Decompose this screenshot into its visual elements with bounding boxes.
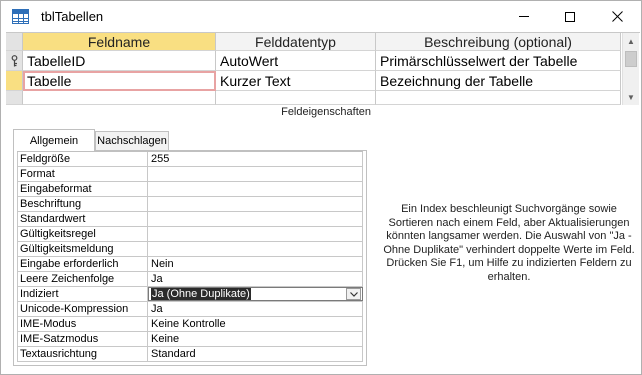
properties-sheet: Feldgröße 255 Format Eingabeformat Beschrift… (17, 151, 363, 362)
property-value[interactable] (148, 242, 363, 256)
tab-general[interactable]: Allgemein (13, 129, 95, 151)
property-value-text: Ja (Ohne Duplikate) (151, 288, 251, 300)
properties-panel: Feldgröße 255 Format Eingabeformat Beschrift… (13, 150, 367, 366)
row-selector[interactable] (6, 51, 23, 71)
property-name[interactable]: Indiziert (17, 287, 148, 301)
property-row: Textausrichtung Standard (17, 347, 363, 362)
property-name[interactable]: Gültigkeitsregel (17, 227, 148, 241)
property-name[interactable]: Beschriftung (17, 197, 148, 211)
field-name-cell[interactable] (23, 91, 216, 105)
table-design-window: tblTabellen Feldname Felddatentyp Beschr… (0, 0, 642, 375)
property-row: Eingabeformat (17, 182, 363, 197)
property-row: Standardwert (17, 212, 363, 227)
property-row: Beschriftung (17, 197, 363, 212)
property-row: Feldgröße 255 (17, 152, 363, 167)
grid-vertical-scrollbar[interactable]: ▲ ▼ (622, 33, 639, 105)
property-name[interactable]: Textausrichtung (17, 347, 148, 361)
column-header-description[interactable]: Beschreibung (optional) (376, 33, 621, 51)
property-name[interactable]: Format (17, 167, 148, 181)
field-design-grid: Feldname Felddatentyp Beschreibung (opti… (6, 32, 640, 105)
property-row: IME-Satzmodus Keine (17, 332, 363, 347)
property-value[interactable]: Keine Kontrolle (148, 317, 363, 331)
property-row: IME-Modus Keine Kontrolle (17, 317, 363, 332)
dropdown-button[interactable] (346, 288, 361, 300)
property-row: Unicode-Kompression Ja (17, 302, 363, 317)
data-type-cell[interactable]: AutoWert (216, 51, 376, 71)
table-row: TabelleID AutoWert Primärschlüsselwert d… (6, 51, 621, 71)
field-name-cell[interactable]: Tabelle (23, 71, 216, 91)
description-cell[interactable] (376, 91, 621, 105)
property-name[interactable]: Standardwert (17, 212, 148, 226)
property-value[interactable]: Ja (Ohne Duplikate) (148, 287, 363, 301)
title-bar[interactable]: tblTabellen (1, 1, 641, 32)
grid-header-row: Feldname Felddatentyp Beschreibung (opti… (6, 33, 621, 51)
minimize-button[interactable] (501, 1, 547, 32)
property-row: Indiziert Ja (Ohne Duplikate) (17, 287, 363, 302)
property-name[interactable]: Eingabeformat (17, 182, 148, 196)
property-row: Gültigkeitsregel (17, 227, 363, 242)
property-value[interactable]: Keine (148, 332, 363, 346)
property-row: Gültigkeitsmeldung (17, 242, 363, 257)
primary-key-icon (11, 55, 18, 67)
description-cell[interactable]: Primärschlüsselwert der Tabelle (376, 51, 621, 71)
property-name[interactable]: Feldgröße (17, 152, 148, 166)
column-header-fieldname[interactable]: Feldname (23, 33, 216, 51)
property-name[interactable]: IME-Satzmodus (17, 332, 148, 346)
column-header-datatype[interactable]: Felddatentyp (216, 33, 376, 51)
property-value[interactable]: Standard (148, 347, 363, 361)
property-value[interactable]: Nein (148, 257, 363, 271)
new-row (6, 91, 621, 105)
property-value[interactable] (148, 182, 363, 196)
property-name[interactable]: Eingabe erforderlich (17, 257, 148, 271)
scroll-down-icon[interactable]: ▼ (623, 89, 639, 105)
row-selector[interactable] (6, 91, 23, 105)
field-properties-label: Feldeigenschaften (281, 106, 371, 118)
maximize-icon (565, 11, 575, 22)
help-text: Ein Index beschleunigt Suchvorgänge sowi… (383, 203, 635, 283)
scroll-thumb[interactable] (625, 51, 637, 67)
property-name[interactable]: IME-Modus (17, 317, 148, 331)
tab-lookup[interactable]: Nachschlagen (95, 131, 169, 150)
scroll-up-icon[interactable]: ▲ (623, 33, 639, 49)
property-name[interactable]: Gültigkeitsmeldung (17, 242, 148, 256)
table-row: Tabelle Kurzer Text Bezeichnung der Tabe… (6, 71, 621, 91)
window-title: tblTabellen (41, 9, 104, 24)
property-row: Leere Zeichenfolge Ja (17, 272, 363, 287)
property-value[interactable]: 255 (148, 152, 363, 166)
maximize-button[interactable] (547, 1, 593, 32)
property-row: Format (17, 167, 363, 182)
close-icon (611, 11, 623, 22)
minimize-icon (519, 16, 529, 17)
chevron-down-icon (349, 291, 358, 297)
data-type-cell[interactable]: Kurzer Text (216, 71, 376, 91)
field-name-cell[interactable]: TabelleID (23, 51, 216, 71)
close-button[interactable] (594, 1, 640, 32)
property-value[interactable] (148, 227, 363, 241)
row-selector-current[interactable] (6, 71, 23, 91)
property-value[interactable]: Ja (148, 272, 363, 286)
property-value[interactable] (148, 167, 363, 181)
property-value[interactable] (148, 197, 363, 211)
property-row: Eingabe erforderlich Nein (17, 257, 363, 272)
property-name[interactable]: Unicode-Kompression (17, 302, 148, 316)
data-type-cell[interactable] (216, 91, 376, 105)
property-value[interactable]: Ja (148, 302, 363, 316)
property-name[interactable]: Leere Zeichenfolge (17, 272, 148, 286)
table-icon (12, 9, 29, 24)
description-cell[interactable]: Bezeichnung der Tabelle (376, 71, 621, 91)
header-row-selector[interactable] (6, 33, 23, 51)
property-value[interactable] (148, 212, 363, 226)
